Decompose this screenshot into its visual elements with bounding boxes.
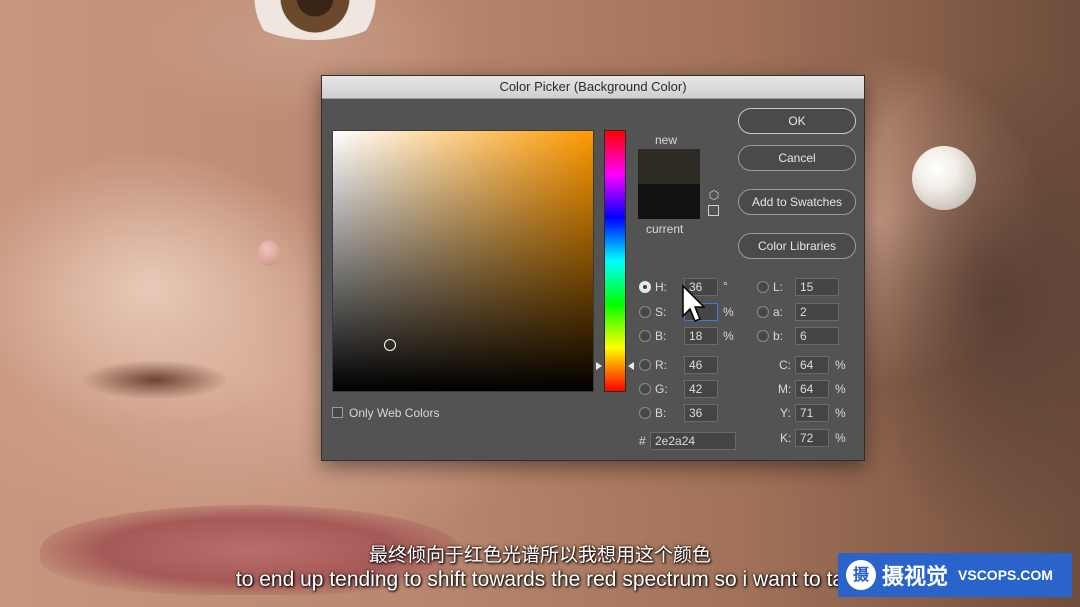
new-label: new <box>655 133 678 147</box>
l-input[interactable] <box>795 278 839 296</box>
add-to-swatches-button[interactable]: Add to Swatches <box>738 189 856 215</box>
lab-b-input[interactable] <box>795 327 839 345</box>
hue-slider[interactable] <box>604 130 626 392</box>
hex-label: # <box>639 434 646 448</box>
pearl-earring <box>912 146 976 210</box>
out-of-gamut-cube-icon[interactable]: ⬡ <box>707 188 721 202</box>
radio-l[interactable] <box>757 281 769 293</box>
logo-badge-icon: 摄 <box>846 560 876 590</box>
m-unit: % <box>835 382 846 396</box>
y-unit: % <box>835 406 846 420</box>
l-label: L: <box>773 280 784 294</box>
r-input[interactable] <box>684 356 718 374</box>
nostril-shadow <box>80 360 230 400</box>
c-unit: % <box>835 358 846 372</box>
dialog-title: Color Picker (Background Color) <box>322 76 864 99</box>
g-label: G: <box>655 382 668 396</box>
lab-b-label: b: <box>773 329 784 343</box>
s-unit: % <box>723 305 734 319</box>
b-blue-label: B: <box>655 406 667 420</box>
y-label: Y: <box>780 406 791 420</box>
current-color-swatch[interactable] <box>638 184 700 219</box>
c-input[interactable] <box>795 356 829 374</box>
logo-name: 摄视觉 <box>882 565 949 590</box>
k-input[interactable] <box>795 429 829 447</box>
y-input[interactable] <box>795 404 829 422</box>
b-brightness-label: B: <box>655 329 667 343</box>
color-field-marker[interactable] <box>384 339 396 351</box>
blue-input[interactable] <box>684 404 718 422</box>
web-safe-square-icon[interactable] <box>708 205 719 216</box>
ok-button[interactable]: OK <box>738 108 856 134</box>
h-unit: ° <box>723 279 728 293</box>
hue-slider-arrow-right[interactable] <box>628 362 634 370</box>
radio-a[interactable] <box>757 306 769 318</box>
k-unit: % <box>835 431 846 445</box>
hue-slider-arrow-left[interactable] <box>596 362 602 370</box>
watermark-logo: 摄 摄视觉 VSCOPS.COM <box>838 553 1072 597</box>
only-web-colors-checkbox[interactable] <box>332 407 343 418</box>
c-label: C: <box>779 358 791 372</box>
a-label: a: <box>773 305 784 319</box>
g-input[interactable] <box>684 380 718 398</box>
s-label: S: <box>655 305 667 319</box>
radio-b-blue[interactable] <box>639 407 651 419</box>
radio-b-brightness[interactable] <box>639 330 651 342</box>
mole <box>258 240 280 266</box>
current-label: current <box>646 222 684 236</box>
hex-input[interactable] <box>650 432 736 450</box>
color-picker-dialog: Color Picker (Background Color) new curr… <box>321 75 865 461</box>
color-field[interactable] <box>332 130 594 392</box>
r-label: R: <box>655 358 667 372</box>
h-label: H: <box>655 280 667 294</box>
mouse-cursor-icon <box>682 284 705 322</box>
brightness-input[interactable] <box>684 327 718 345</box>
b-brightness-unit: % <box>723 329 734 343</box>
only-web-colors-label[interactable]: Only Web Colors <box>349 406 439 420</box>
radio-g[interactable] <box>639 383 651 395</box>
cancel-button[interactable]: Cancel <box>738 145 856 171</box>
k-label: K: <box>780 431 792 445</box>
radio-s[interactable] <box>639 306 651 318</box>
radio-h[interactable] <box>639 281 651 293</box>
radio-r[interactable] <box>639 359 651 371</box>
m-input[interactable] <box>795 380 829 398</box>
radio-lab-b[interactable] <box>757 330 769 342</box>
new-color-swatch <box>638 149 700 184</box>
color-libraries-button[interactable]: Color Libraries <box>738 233 856 259</box>
logo-site: VSCOPS.COM <box>958 567 1053 583</box>
m-label: M: <box>778 382 792 396</box>
a-input[interactable] <box>795 303 839 321</box>
